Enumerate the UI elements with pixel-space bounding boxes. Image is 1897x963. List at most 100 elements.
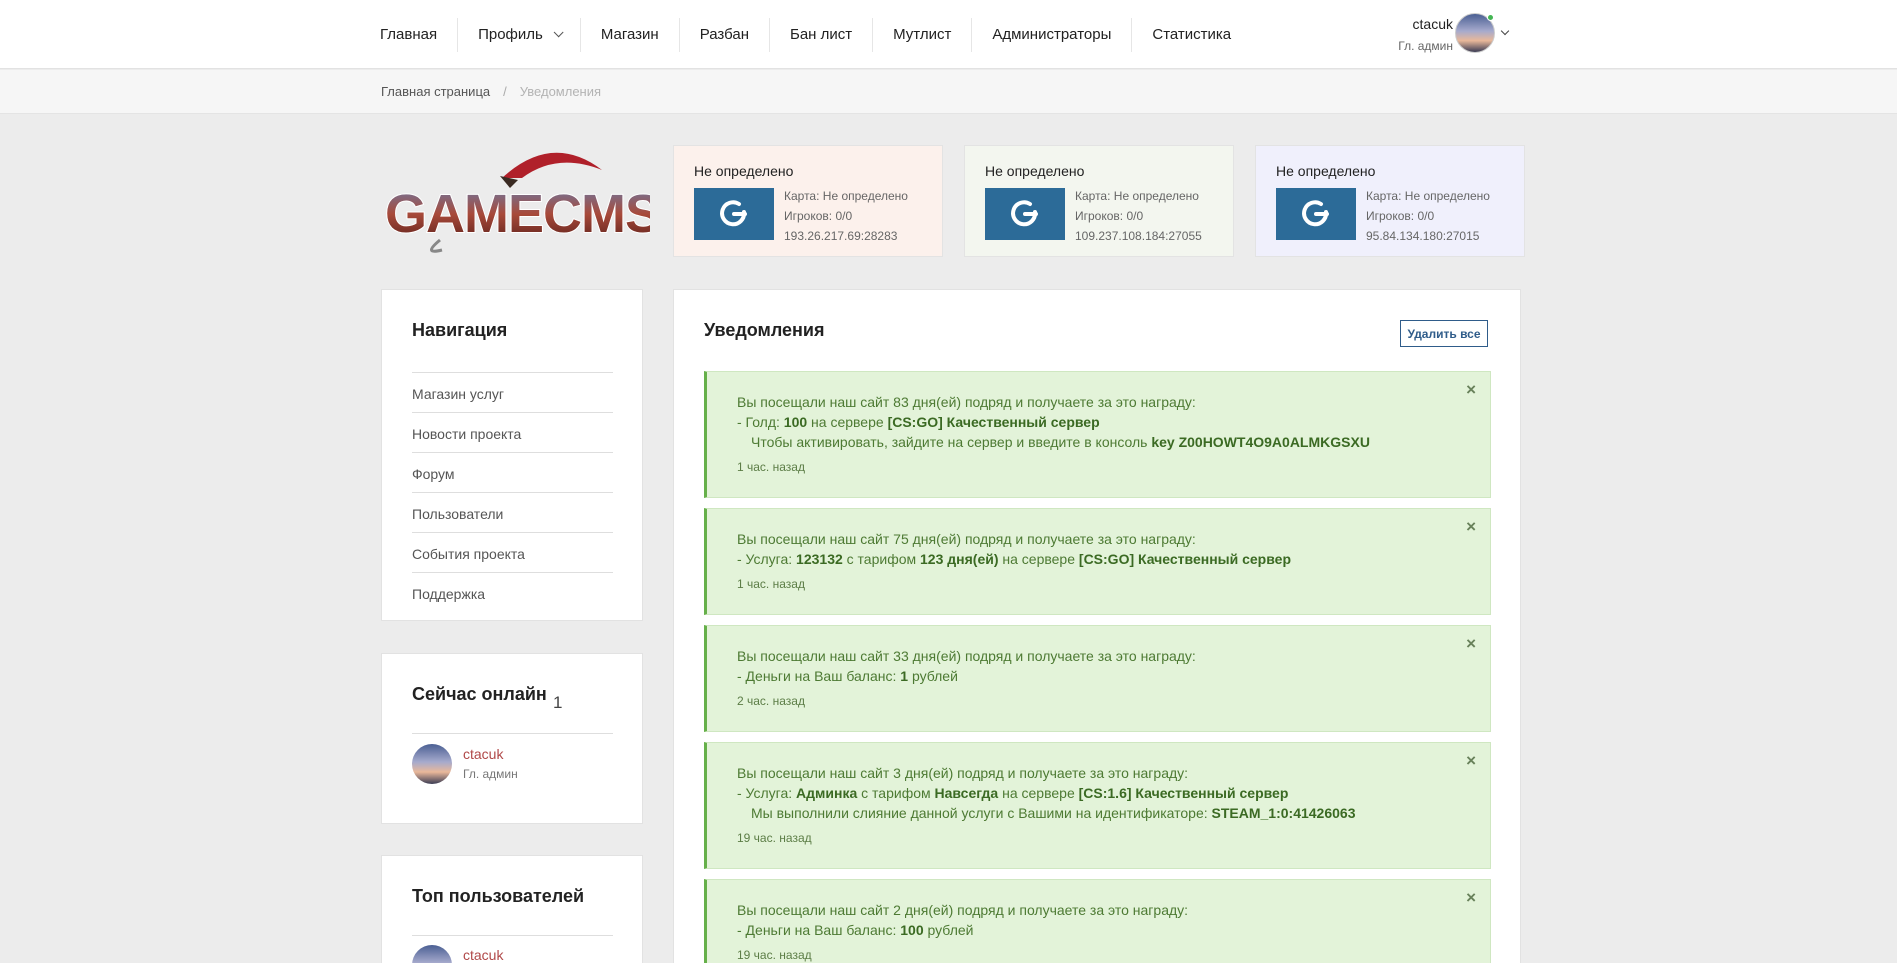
sidebar-item-users[interactable]: Пользователи bbox=[412, 492, 613, 532]
server-name: Не определено bbox=[694, 163, 794, 179]
nav-item-unban[interactable]: Разбан bbox=[680, 17, 770, 52]
notification-text: Вы посещали наш сайт 33 дня(ей) подряд и… bbox=[737, 648, 1196, 664]
nav-label: Разбан bbox=[699, 26, 749, 43]
online-now-panel: Сейчас онлайн 1 ctacuk Гл. админ bbox=[381, 653, 643, 824]
sidebar-item-shop[interactable]: Магазин услуг bbox=[412, 372, 613, 412]
chevron-down-icon bbox=[553, 27, 564, 38]
service-name: Админка bbox=[796, 785, 858, 801]
online-status-dot bbox=[1487, 14, 1494, 21]
server-info: Карта: Не определено Игроков: 0/0 109.23… bbox=[1075, 186, 1202, 246]
server-name: [CS:GO] Качественный сервер bbox=[1078, 551, 1291, 567]
notification-time: 19 час. назад bbox=[737, 831, 812, 845]
user-role: Гл. админ bbox=[1398, 39, 1453, 53]
user-menu[interactable]: ctacuk Гл. админ bbox=[1388, 13, 1513, 57]
top-user-name[interactable]: ctacuk bbox=[463, 947, 503, 963]
server-address: 193.26.217.69:28283 bbox=[784, 229, 898, 243]
text: - Голд: bbox=[737, 414, 784, 430]
server-card[interactable]: Не определено Карта: Не определено Игрок… bbox=[964, 145, 1234, 257]
sidebar-navigation-panel: Навигация Магазин услуг Новости проекта … bbox=[381, 289, 643, 621]
reward-amount: 100 bbox=[783, 414, 808, 430]
nav-item-profile[interactable]: Профиль bbox=[458, 17, 581, 52]
close-icon[interactable]: × bbox=[1466, 751, 1476, 771]
server-name: Не определено bbox=[1276, 163, 1376, 179]
server-name: Не определено bbox=[985, 163, 1085, 179]
chevron-down-icon[interactable] bbox=[1500, 26, 1510, 36]
server-players: Игроков: 0/0 bbox=[1075, 209, 1144, 223]
notification-reward: - Голд: 100 на сервере [CS:GO] Качествен… bbox=[737, 412, 1460, 432]
user-name: ctacuk bbox=[1412, 16, 1453, 32]
notification-item: × Вы посещали наш сайт 75 дня(ей) подряд… bbox=[704, 508, 1491, 615]
notification-instruction: Чтобы активировать, зайдите на сервер и … bbox=[737, 432, 1460, 452]
nav-item-home[interactable]: Главная bbox=[370, 17, 459, 52]
divider bbox=[412, 935, 613, 936]
divider bbox=[412, 733, 613, 734]
text: рублей bbox=[923, 922, 974, 938]
nav-label: Статистика bbox=[1152, 26, 1232, 43]
site-logo[interactable]: GAMECMS bbox=[382, 140, 662, 258]
avatar[interactable] bbox=[412, 945, 452, 963]
notification-reward: - Услуга: Админка с тарифом Навсегда на … bbox=[737, 783, 1460, 803]
text: с тарифом bbox=[857, 785, 935, 801]
nav-label: Бан лист bbox=[790, 26, 853, 43]
close-icon[interactable]: × bbox=[1466, 380, 1476, 400]
notification-instruction: Мы выполнили слияние данной услуги с Ваш… bbox=[737, 803, 1460, 823]
text: с тарифом bbox=[842, 551, 921, 567]
nav-label: Главная bbox=[380, 26, 438, 43]
text: - Деньги на Ваш баланс: bbox=[737, 922, 901, 938]
online-now-title: Сейчас онлайн bbox=[412, 684, 547, 704]
close-icon[interactable]: × bbox=[1466, 888, 1476, 908]
close-icon[interactable]: × bbox=[1466, 634, 1476, 654]
sidebar-nav-list: Магазин услуг Новости проекта Форум Поль… bbox=[412, 372, 613, 612]
server-map: Карта: Не определено bbox=[1075, 189, 1199, 203]
sidebar-item-news[interactable]: Новости проекта bbox=[412, 412, 613, 452]
notification-item: × Вы посещали наш сайт 83 дня(ей) подряд… bbox=[704, 371, 1491, 498]
notification-time: 2 час. назад bbox=[737, 694, 805, 708]
notification-text: Вы посещали наш сайт 75 дня(ей) подряд и… bbox=[737, 531, 1196, 547]
breadcrumb-bar: Главная страница / Уведомления bbox=[0, 70, 1897, 114]
server-address: 109.237.108.184:27055 bbox=[1075, 229, 1202, 243]
server-card[interactable]: Не определено Карта: Не определено Игрок… bbox=[1255, 145, 1525, 257]
online-count: 1 bbox=[553, 693, 563, 712]
notification-reward: - Деньги на Ваш баланс: 1 рублей bbox=[737, 666, 1460, 686]
nav-item-shop[interactable]: Магазин bbox=[581, 17, 680, 52]
server-name: [CS:1.6] Качественный сервер bbox=[1078, 785, 1289, 801]
nav-item-admins[interactable]: Администраторы bbox=[972, 17, 1133, 52]
nav-label: Профиль bbox=[478, 26, 543, 43]
text: - Деньги на Ваш баланс: bbox=[737, 668, 901, 684]
breadcrumb-separator: / bbox=[503, 84, 507, 99]
notifications-panel: Уведомления Удалить все × Вы посещали на… bbox=[673, 289, 1521, 963]
server-name: [CS:GO] Качественный сервер bbox=[887, 414, 1100, 430]
sidebar-item-support[interactable]: Поддержка bbox=[412, 572, 613, 612]
notification-item: × Вы посещали наш сайт 3 дня(ей) подряд … bbox=[704, 742, 1491, 869]
text: - Услуга: bbox=[737, 551, 797, 567]
notification-text: Вы посещали наш сайт 3 дня(ей) подряд и … bbox=[737, 765, 1189, 781]
nav-label: Администраторы bbox=[992, 26, 1112, 43]
tariff: 123 дня(ей) bbox=[920, 551, 999, 567]
text: Чтобы активировать, зайдите на сервер и … bbox=[751, 434, 1152, 450]
nav-label: Мутлист bbox=[893, 26, 952, 43]
server-game-icon bbox=[1276, 188, 1356, 240]
nav-item-stats[interactable]: Статистика bbox=[1132, 18, 1251, 52]
avatar[interactable] bbox=[412, 744, 452, 784]
sidebar-item-events[interactable]: События проекта bbox=[412, 532, 613, 572]
close-icon[interactable]: × bbox=[1466, 517, 1476, 537]
breadcrumb-current: Уведомления bbox=[519, 84, 602, 99]
text: Мы выполнили слияние данной услуги с Ваш… bbox=[751, 805, 1212, 821]
text: на сервере bbox=[807, 414, 888, 430]
breadcrumb-home-link[interactable]: Главная страница bbox=[381, 84, 490, 99]
delete-all-button[interactable]: Удалить все bbox=[1400, 320, 1488, 347]
notification-text: Вы посещали наш сайт 83 дня(ей) подряд и… bbox=[737, 394, 1196, 410]
activation-key: key Z00HOWT4O9A0ALMKGSXU bbox=[1151, 434, 1370, 450]
online-user-name[interactable]: ctacuk bbox=[463, 746, 503, 762]
server-info: Карта: Не определено Игроков: 0/0 95.84.… bbox=[1366, 186, 1490, 246]
online-user[interactable]: ctacuk Гл. админ bbox=[412, 744, 612, 788]
top-user[interactable]: ctacuk bbox=[412, 945, 612, 963]
gamecms-logo-icon: GAMECMS bbox=[384, 152, 662, 253]
nav-item-banlist[interactable]: Бан лист bbox=[770, 17, 874, 52]
notification-text: Вы посещали наш сайт 2 дня(ей) подряд и … bbox=[737, 902, 1189, 918]
notification-item: × Вы посещали наш сайт 33 дня(ей) подряд… bbox=[704, 625, 1491, 732]
sidebar-item-forum[interactable]: Форум bbox=[412, 452, 613, 492]
text: рублей bbox=[908, 668, 958, 684]
nav-item-mutelist[interactable]: Мутлист bbox=[873, 17, 973, 52]
server-card[interactable]: Не определено Карта: Не определено Игрок… bbox=[673, 145, 943, 257]
